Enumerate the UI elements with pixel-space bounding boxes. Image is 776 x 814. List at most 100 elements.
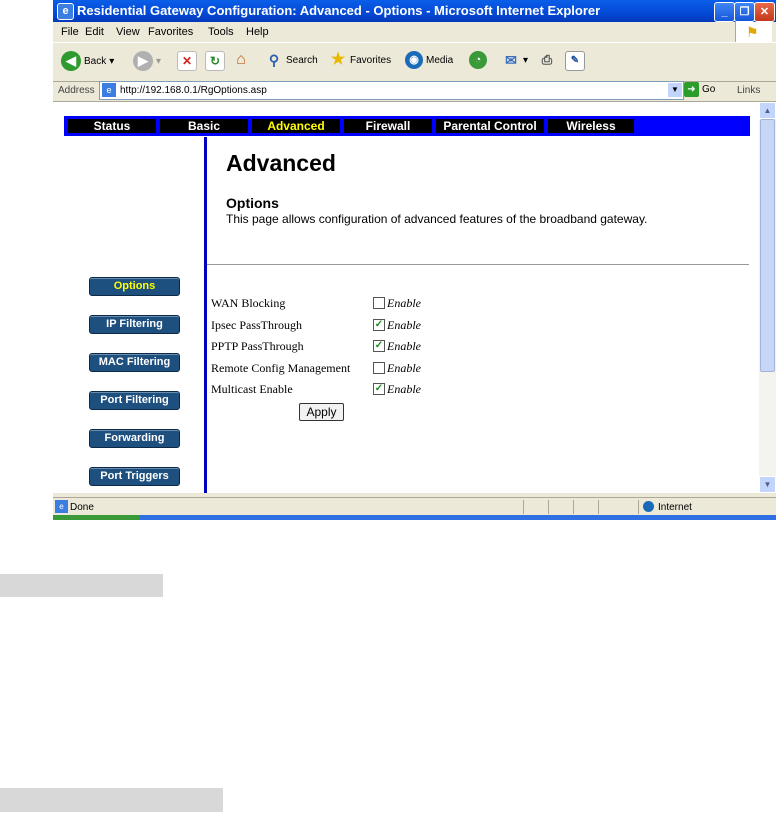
dropdown-arrow-icon: ▾ [156,55,162,67]
home-icon: ⌂ [236,51,246,68]
dropdown-arrow-icon: ▾ [109,55,115,67]
option-checkbox-ipsec-passthrough[interactable]: ✓ [373,319,385,331]
address-input[interactable]: e http://192.168.0.1/RgOptions.asp ▼ [99,81,684,100]
menu-help[interactable]: Help [246,26,269,38]
header-divider [207,264,749,265]
menu-favorites[interactable]: Favorites [148,26,193,38]
sidebar-item-ip-filtering[interactable]: IP Filtering [89,315,180,334]
document-placeholder-bar [0,574,163,597]
stop-icon: ✕ [177,51,197,71]
sidebar-item-options[interactable]: Options [89,277,180,296]
status-divider [638,500,639,514]
security-zone: Internet [658,502,692,513]
sidebar-item-forwarding[interactable]: Forwarding [89,429,180,448]
search-button[interactable]: ⚲ Search [265,51,318,69]
option-label: Multicast Enable [211,382,293,396]
taskbar-strip [53,515,776,520]
status-divider [598,500,599,514]
apply-button[interactable]: Apply [299,403,344,421]
back-arrow-icon: ◀ [61,51,81,71]
sidebar-item-port-filtering[interactable]: Port Filtering [89,391,180,410]
toolbar: ◀ Back ▾ ▶ ▾ ✕ ↻ ⌂ ⚲ Search ★ Favorites … [53,42,776,82]
scroll-up-icon[interactable]: ▲ [759,102,776,119]
favorites-button[interactable]: ★ Favorites [329,51,391,69]
section-title: Options [226,195,279,211]
scroll-thumb[interactable] [760,119,775,372]
document-placeholder-bar [0,788,223,812]
address-bar: Address e http://192.168.0.1/RgOptions.a… [53,80,776,102]
sidebar-item-mac-filtering[interactable]: MAC Filtering [89,353,180,372]
search-label: Search [286,54,318,66]
page-icon: e [102,83,116,97]
option-checkbox-multicast[interactable]: ✓ [373,383,385,395]
tab-basic[interactable]: Basic [160,119,248,133]
address-url[interactable]: http://192.168.0.1/RgOptions.asp [120,85,267,96]
status-text: Done [70,502,94,513]
page-done-icon: e [55,500,68,513]
top-nav: Status Basic Advanced Firewall Parental … [64,116,750,136]
option-label: PPTP PassThrough [211,339,304,353]
option-label: Ipsec PassThrough [211,318,302,332]
star-icon: ★ [330,51,346,68]
option-checkbox-pptp-passthrough[interactable]: ✓ [373,340,385,352]
go-arrow-icon: ➜ [684,82,699,97]
status-divider [523,500,524,514]
edit-button[interactable]: ✎ [565,51,585,71]
maximize-button[interactable]: ❐ [734,2,755,22]
address-label: Address [58,85,95,96]
printer-icon: ⎙ [541,52,553,67]
address-dropdown-icon[interactable]: ▼ [668,83,682,97]
favorites-label: Favorites [350,54,392,66]
stop-button[interactable]: ✕ [177,51,197,71]
media-label: Media [426,54,454,66]
menu-bar: File Edit View Favorites Tools Help [53,22,776,42]
tab-firewall[interactable]: Firewall [344,119,432,133]
option-checkbox-wan-blocking[interactable] [373,297,385,309]
option-enable-label: Enable [387,318,421,332]
vertical-scrollbar[interactable]: ▲ ▼ [759,102,776,493]
option-label: WAN Blocking [211,296,286,310]
sidebar-divider [204,137,207,493]
menu-edit[interactable]: Edit [85,26,104,38]
media-globe-icon: ◉ [405,51,423,69]
tab-parental-control[interactable]: Parental Control [436,119,544,133]
history-icon: ◔ [469,51,487,69]
page-content: Status Basic Advanced Firewall Parental … [53,102,759,493]
internet-globe-icon [643,501,654,512]
page-description: This page allows configuration of advanc… [226,212,648,226]
close-button[interactable]: ✕ [754,2,775,22]
ie-logo-icon: e [57,3,74,20]
back-label: Back [84,55,107,67]
refresh-button[interactable]: ↻ [205,51,225,71]
sidebar-item-port-triggers[interactable]: Port Triggers [89,467,180,486]
option-label: Remote Config Management [211,361,351,375]
windows-flag-icon: ⚑ [735,22,772,42]
forward-arrow-icon: ▶ [133,51,153,71]
minimize-button[interactable]: _ [714,2,735,22]
print-button[interactable]: ⎙ [538,51,556,69]
tab-wireless[interactable]: Wireless [548,119,634,133]
option-checkbox-remote-config[interactable] [373,362,385,374]
tab-advanced[interactable]: Advanced [252,119,340,133]
menu-tools[interactable]: Tools [208,26,234,38]
status-divider [573,500,574,514]
home-button[interactable]: ⌂ [232,51,250,69]
go-button[interactable]: ➜ Go [684,82,715,97]
media-button[interactable]: ◉ Media [405,51,453,69]
option-enable-label: Enable [387,382,421,396]
dropdown-arrow-icon: ▾ [523,54,529,66]
option-enable-label: Enable [387,361,421,375]
mail-icon: ✉ [505,52,517,68]
links-label[interactable]: Links [737,85,760,96]
menu-view[interactable]: View [116,26,140,38]
forward-button[interactable]: ▶ ▾ [133,51,161,71]
back-button[interactable]: ◀ Back ▾ [61,51,114,71]
refresh-icon: ↻ [205,51,225,71]
search-icon: ⚲ [268,52,280,68]
menu-file[interactable]: File [61,26,79,38]
tab-status[interactable]: Status [68,119,156,133]
mail-button[interactable]: ✉ ▾ [502,51,528,69]
history-button[interactable]: ◔ [469,51,487,69]
page-title: Advanced [226,150,336,176]
scroll-down-icon[interactable]: ▼ [759,476,776,493]
